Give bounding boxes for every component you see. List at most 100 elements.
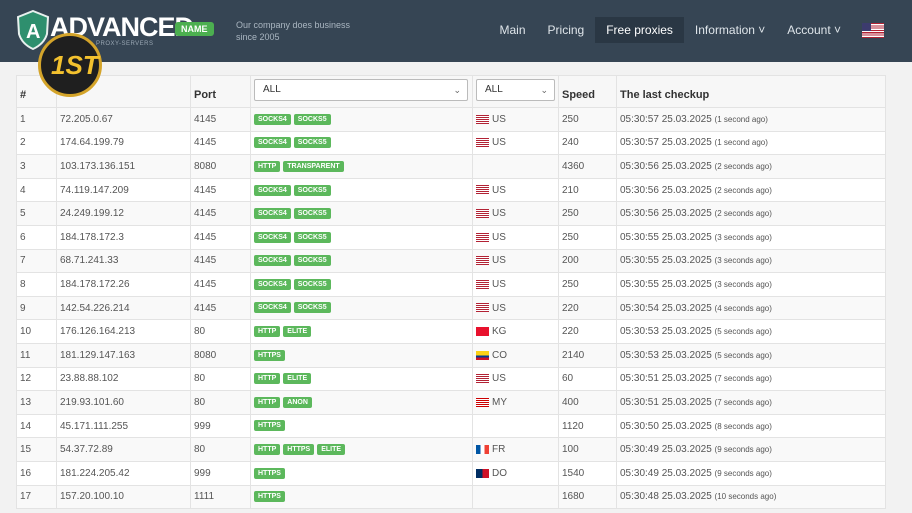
port: 999	[190, 413, 251, 439]
checkup-time: 05:30:56 25.03.2025	[620, 208, 712, 220]
country-code[interactable]: US	[492, 185, 506, 196]
proxy-type-tag[interactable]: SOCKS5	[293, 184, 331, 196]
country-code[interactable]: KG	[492, 326, 506, 337]
proxy-type-tag[interactable]: SOCKS4	[254, 278, 291, 290]
row-number: 3	[16, 154, 57, 179]
country-code[interactable]: US	[492, 208, 506, 219]
speed: 1680	[558, 484, 617, 510]
proxy-type-tag[interactable]: HTTP	[254, 326, 281, 338]
proxy-type-tag[interactable]: HTTPS	[254, 349, 285, 361]
port: 4145	[190, 295, 251, 321]
speed: 220	[558, 295, 617, 321]
country-flag-icon	[476, 444, 489, 454]
proxy-type-tag[interactable]: HTTP	[254, 160, 281, 172]
proxy-type-tag[interactable]: SOCKS4	[254, 255, 291, 267]
proxy-type-tag[interactable]: SOCKS4	[254, 113, 291, 125]
nav-information[interactable]: Information ˅	[684, 17, 776, 43]
checkup-ago: (3 seconds ago)	[714, 232, 772, 242]
nav-free-proxies[interactable]: Free proxies	[595, 17, 684, 43]
proxy-type-tag[interactable]: ELITE	[283, 373, 312, 385]
us-flag-icon[interactable]	[862, 22, 884, 38]
row-number: 14	[16, 413, 57, 439]
country: US	[472, 177, 559, 203]
proxy-types: HTTP TRANSPARENT	[250, 154, 473, 179]
proxy-type-tag[interactable]: SOCKS5	[293, 255, 331, 267]
proxy-type-tag[interactable]: SOCKS4	[254, 184, 291, 196]
proxy-type-tag[interactable]: SOCKS4	[254, 302, 291, 314]
proxy-type-tag[interactable]: SOCKS5	[293, 208, 331, 220]
speed: 250	[558, 201, 617, 226]
port: 4145	[190, 272, 251, 297]
country-code[interactable]: DO	[492, 468, 507, 479]
country-code[interactable]: US	[492, 373, 506, 384]
proxy-type-tag[interactable]: HTTPS	[283, 444, 315, 456]
type-filter-select[interactable]: ALL ⌄	[254, 79, 468, 101]
proxy-type-tag[interactable]: ANON	[283, 396, 312, 408]
proxy-type-tag[interactable]: ELITE	[317, 444, 346, 456]
table-row: 11 181.129.147.163 8080 HTTPS CO 2140 05:30:53…	[16, 342, 886, 368]
checkup-ago: (3 seconds ago)	[714, 279, 772, 289]
country-code[interactable]: FR	[492, 444, 505, 455]
ip-address: 176.126.164.213	[56, 319, 191, 344]
proxy-type-tag[interactable]: HTTP	[254, 444, 281, 456]
country: US	[472, 272, 559, 297]
proxy-type-tag[interactable]: HTTPS	[254, 420, 285, 432]
proxy-type-tag[interactable]: SOCKS5	[293, 113, 331, 125]
proxy-types: SOCKS4 SOCKS5	[250, 224, 473, 250]
checkup-time: 05:30:55 25.03.2025	[620, 255, 712, 267]
proxy-type-tag[interactable]: SOCKS5	[293, 137, 331, 149]
table-header-row: # Port ALL ⌄ ALL ⌄ Speed The last checkup	[16, 75, 886, 108]
table-row: 4 74.119.147.209 4145 SOCKS4 SOCKS5 US 210 05:3…	[16, 177, 886, 203]
country-code[interactable]: US	[492, 303, 506, 314]
checkup-time: 05:30:57 25.03.2025	[620, 113, 712, 125]
proxy-type-tag[interactable]: HTTPS	[254, 491, 285, 503]
proxy-type-tag[interactable]: HTTP	[254, 373, 281, 385]
country-filter-select[interactable]: ALL ⌄	[476, 79, 555, 101]
port: 999	[190, 460, 251, 486]
country-code[interactable]: US	[492, 255, 506, 266]
country-code[interactable]: US	[492, 279, 506, 290]
port: 4145	[190, 107, 251, 132]
ip-address: 103.173.136.151	[56, 154, 191, 179]
nav-account[interactable]: Account ˅	[776, 17, 852, 43]
country-code[interactable]: US	[492, 114, 506, 125]
country-flag-icon	[476, 327, 489, 336]
proxy-type-tag[interactable]: HTTP	[254, 396, 281, 408]
svg-text:A: A	[26, 21, 40, 43]
ip-address: 72.205.0.67	[56, 107, 191, 132]
checkup-time: 05:30:55 25.03.2025	[620, 278, 712, 290]
country: US	[472, 130, 559, 156]
proxy-type-tag[interactable]: SOCKS4	[254, 231, 291, 243]
proxy-types: HTTP HTTPS ELITE	[250, 437, 473, 462]
checkup-ago: (10 seconds ago)	[714, 492, 777, 502]
proxy-type-tag[interactable]: SOCKS4	[254, 137, 291, 149]
checkup-ago: (5 seconds ago)	[714, 327, 772, 337]
speed: 220	[558, 319, 617, 344]
nav-main[interactable]: Main	[489, 17, 537, 43]
ip-address: 45.171.111.255	[56, 413, 191, 439]
country: US	[472, 248, 559, 274]
country-code[interactable]: MY	[492, 397, 507, 408]
country-code[interactable]: CO	[492, 350, 507, 361]
last-checkup: 05:30:55 25.03.2025 (3 seconds ago)	[616, 248, 886, 274]
first-badge-icon: 1ST	[38, 33, 102, 97]
country-code[interactable]: US	[492, 232, 506, 243]
proxy-type-tag[interactable]: SOCKS5	[293, 231, 331, 243]
proxy-type-tag[interactable]: ELITE	[283, 326, 312, 338]
table-row: 1 72.205.0.67 4145 SOCKS4 SOCKS5 US 250 05:30:5…	[16, 107, 886, 132]
country-flag-icon	[476, 209, 489, 219]
proxy-types: SOCKS4 SOCKS5	[250, 107, 473, 132]
last-checkup: 05:30:50 25.03.2025 (8 seconds ago)	[616, 413, 886, 439]
proxy-type-tag[interactable]: HTTPS	[254, 467, 285, 479]
proxy-type-tag[interactable]: SOCKS5	[293, 302, 331, 314]
port: 8080	[190, 154, 251, 179]
speed: 1540	[558, 460, 617, 486]
table-row: 13 219.93.101.60 80 HTTP ANON MY 400 05:30:51 2…	[16, 390, 886, 415]
proxy-type-tag[interactable]: SOCKS4	[254, 208, 291, 220]
proxy-type-tag[interactable]: SOCKS5	[293, 278, 331, 290]
nav-pricing[interactable]: Pricing	[537, 17, 596, 43]
port: 4145	[190, 224, 251, 250]
last-checkup: 05:30:49 25.03.2025 (9 seconds ago)	[616, 437, 886, 462]
proxy-type-tag[interactable]: TRANSPARENT	[283, 160, 344, 172]
country-code[interactable]: US	[492, 137, 506, 148]
